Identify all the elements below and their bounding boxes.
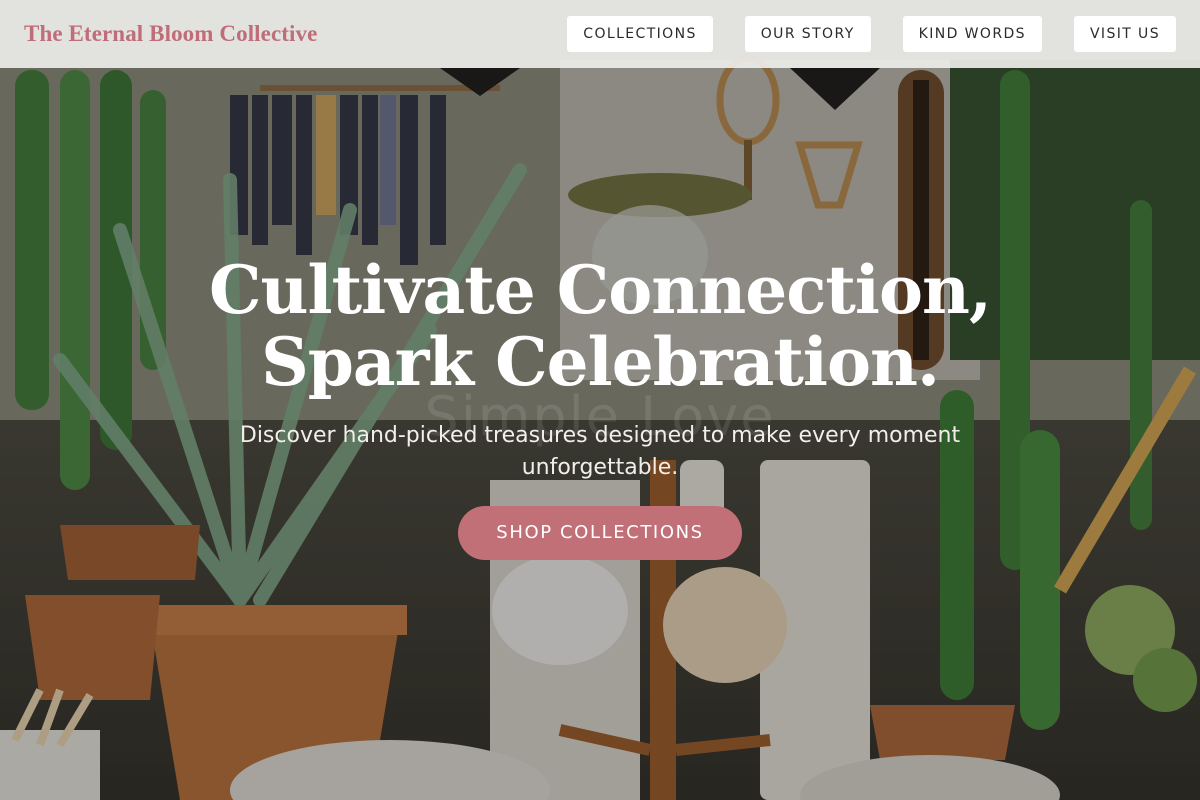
main-nav: COLLECTIONS OUR STORY KIND WORDS VISIT U… bbox=[567, 16, 1176, 52]
hero-content: Cultivate Connection, Spark Celebration.… bbox=[0, 250, 1200, 560]
nav-collections-button[interactable]: COLLECTIONS bbox=[567, 16, 713, 52]
nav-visit-us-button[interactable]: VISIT US bbox=[1073, 16, 1176, 52]
hero-headline-line-2: Spark Celebration. bbox=[261, 323, 940, 401]
hero-headline-line-1: Cultivate Connection, bbox=[209, 251, 992, 329]
nav-kind-words-button[interactable]: KIND WORDS bbox=[902, 16, 1042, 52]
hero-tagline: Discover hand-picked treasures designed … bbox=[239, 423, 961, 480]
nav-our-story-button[interactable]: OUR STORY bbox=[744, 16, 871, 52]
hero-headline: Cultivate Connection, Spark Celebration. bbox=[0, 254, 1200, 398]
shop-collections-button[interactable]: SHOP COLLECTIONS bbox=[458, 506, 742, 560]
site-header: The Eternal Bloom Collective COLLECTIONS… bbox=[0, 0, 1200, 68]
brand-logo-text[interactable]: The Eternal Bloom Collective bbox=[24, 21, 317, 47]
